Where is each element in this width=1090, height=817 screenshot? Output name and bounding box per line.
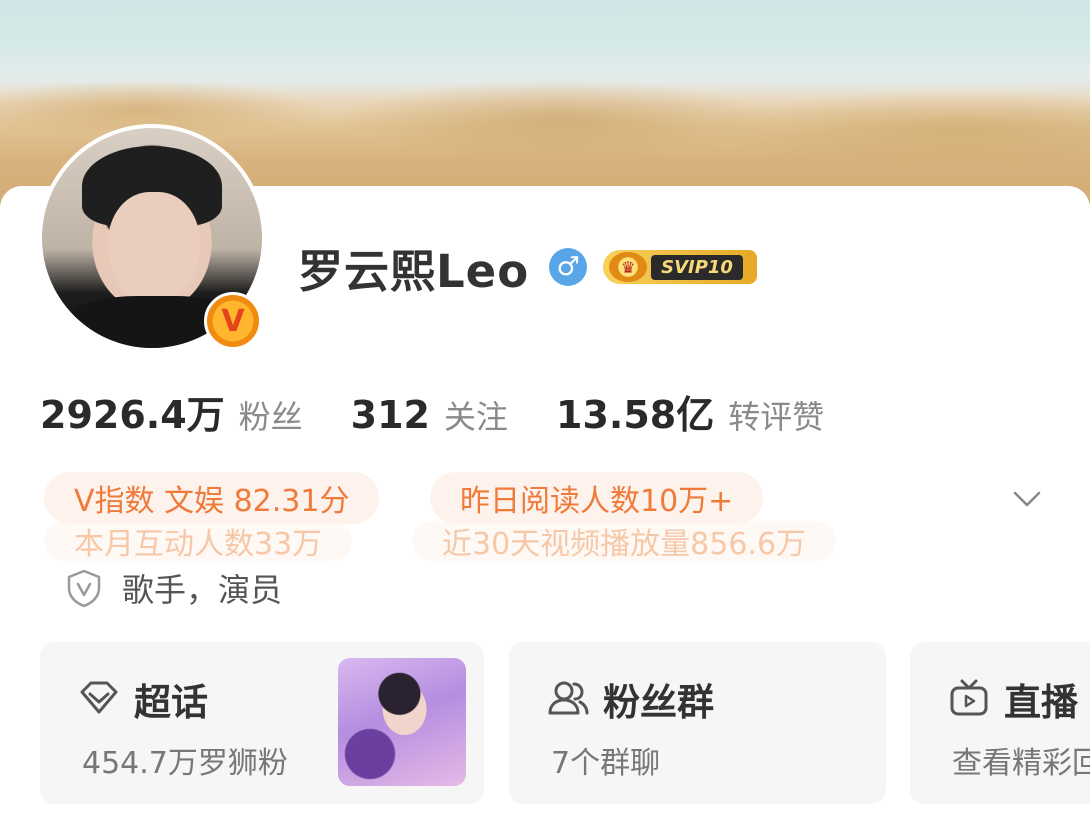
likes-count: 13.58亿 [556,393,715,437]
tag-video-plays[interactable]: 近30天视频播放量856.6万 [412,521,837,562]
identity-row: 歌手，演员 [64,565,282,611]
tag-v-index[interactable]: V指数 文娱 82.31分 [44,472,380,524]
tv-icon [950,679,988,716]
profile-name: 罗云熙Leo [298,244,530,298]
chevron-down-icon[interactable] [1012,484,1042,514]
likes-label: 转评赞 [728,398,825,436]
stats-row: 2926.4万 粉丝 312 关注 13.58亿 转评赞 [40,384,824,439]
tag-monthly-interactions[interactable]: 本月互动人数33万 [44,521,353,562]
diamond-icon [80,681,118,714]
supertopic-subtitle: 454.7万罗狮粉 [82,746,288,781]
supertopic-title: 超话 [134,681,208,724]
svip-badge[interactable]: ♛ SVIP10 [603,250,757,284]
live-card[interactable]: 直播 查看精彩回 [910,642,1090,804]
crown-icon: ♛ [609,252,648,282]
shield-icon [67,569,101,608]
people-icon [548,681,589,715]
male-gender-icon: ♂ [549,248,588,286]
following-count[interactable]: 312 [351,393,430,437]
identity-text: 歌手，演员 [122,571,283,609]
followers-count[interactable]: 2926.4万 [40,384,225,439]
supertopic-thumbnail [338,658,466,786]
verified-v-icon: V [204,292,262,350]
followers-label[interactable]: 粉丝 [239,392,303,438]
fan-group-subtitle: 7个群聊 [551,746,661,781]
svip-label: SVIP10 [651,254,743,280]
live-subtitle: 查看精彩回 [952,746,1090,781]
avatar-face [108,192,200,304]
fan-group-title: 粉丝群 [603,681,714,724]
fan-group-card[interactable]: 粉丝群 7个群聊 [509,642,886,804]
tag-yesterday-reads[interactable]: 昨日阅读人数10万+ [430,472,764,524]
live-title: 直播 [1004,681,1078,724]
supertopic-card[interactable]: 超话 454.7万罗狮粉 [40,642,484,804]
following-label[interactable]: 关注 [444,392,508,438]
name-row: 罗云熙Leo ♂ ♛ SVIP10 [298,236,757,298]
